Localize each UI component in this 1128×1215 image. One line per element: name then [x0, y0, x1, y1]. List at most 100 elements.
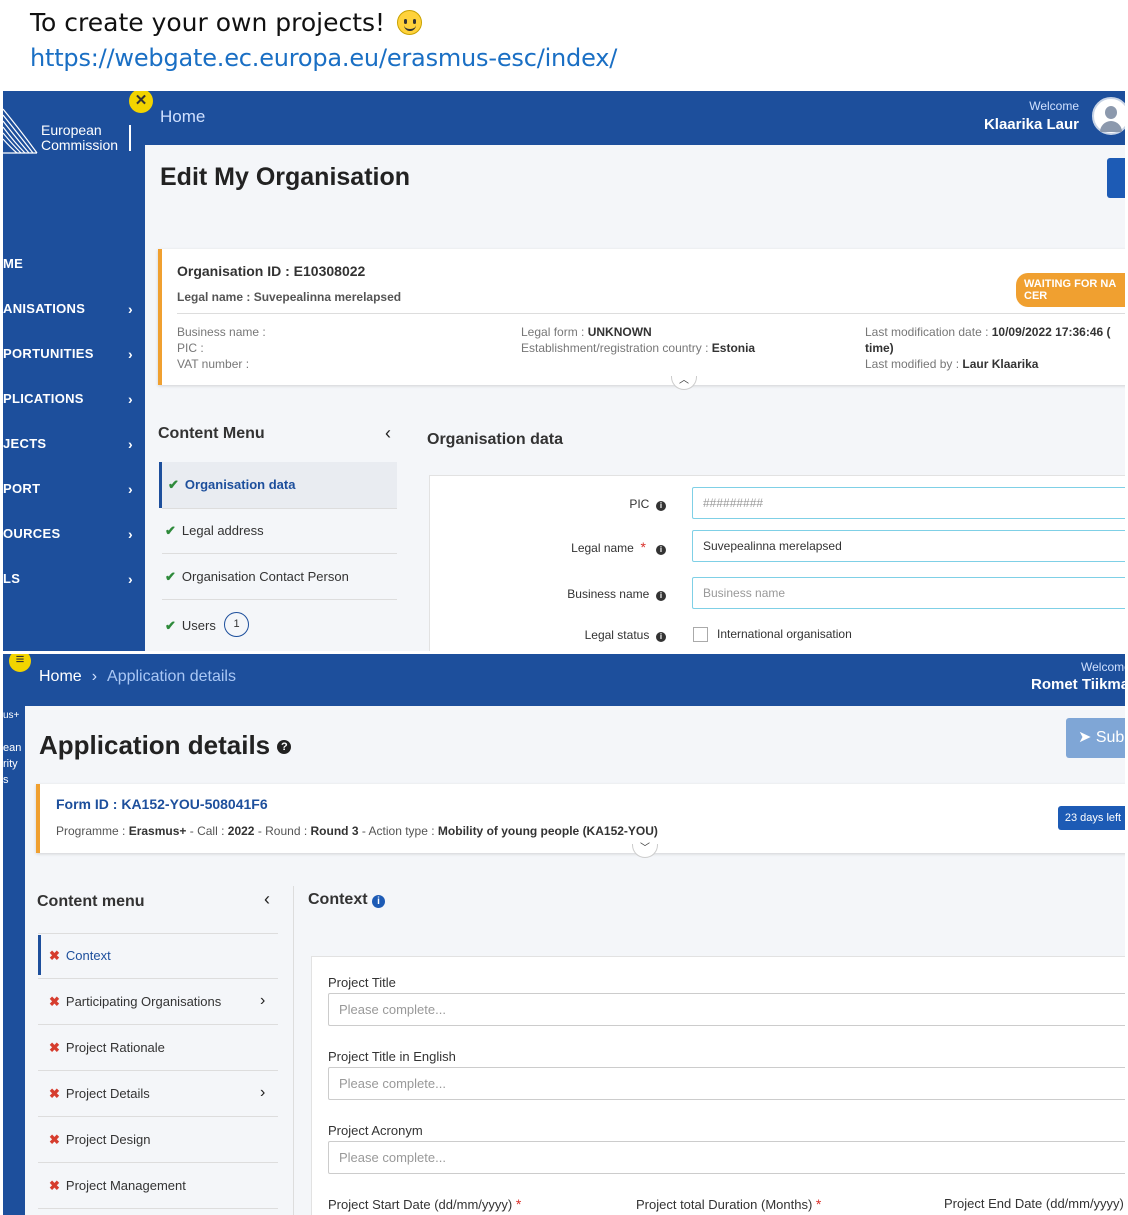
chevron-right-icon: › [128, 571, 133, 587]
breadcrumb-current[interactable]: Application details [107, 668, 236, 685]
action-button[interactable] [1107, 158, 1125, 198]
chevron-left-icon[interactable]: ‹ [264, 889, 270, 910]
welcome-label: Welcome [1029, 99, 1079, 113]
sidebar [3, 91, 145, 651]
nav-item-home[interactable]: ME [3, 256, 145, 276]
project-acronym-input[interactable]: Please complete... [328, 1141, 1125, 1174]
legal-name-field[interactable]: Suvepealinna merelapsed [692, 530, 1125, 562]
paper-plane-icon: ➤ [1078, 729, 1092, 746]
logo-divider [129, 125, 131, 151]
error-x-icon: ✖ [49, 948, 60, 963]
help-icon[interactable]: ? [277, 740, 292, 754]
menu-item-contact-person[interactable]: ✔ Organisation Contact Person [165, 569, 349, 585]
top-bar [145, 91, 1125, 145]
user-name[interactable]: Romet Tiikmaa [1031, 676, 1125, 693]
chevron-left-icon[interactable]: ‹ [385, 423, 391, 444]
nav-item-tools[interactable]: LS › [3, 571, 145, 591]
smiley-face-icon [397, 10, 423, 35]
nav-item-projects[interactable]: JECTS › [3, 436, 145, 456]
form-summary-card: Form ID : KA152-YOU-508041F6 Programme :… [36, 784, 1125, 853]
registration-country: Establishment/registration country : Est… [521, 341, 756, 355]
chevron-right-icon: › [260, 1084, 266, 1101]
nav-item-organisations[interactable]: ANISATIONS › [3, 301, 145, 321]
menu-item-participating-organisations[interactable]: ✖ Participating Organisations [49, 994, 221, 1010]
menu-item-context[interactable]: ✖ Context [38, 935, 278, 975]
ec-logo-text: European Commission [41, 122, 119, 153]
pic-field[interactable]: ######### [692, 487, 1125, 519]
organisation-summary-card: Organisation ID : E10308022 Legal name :… [158, 249, 1125, 385]
user-name[interactable]: Klaarika Laur [984, 116, 1079, 133]
duration-label: Project total Duration (Months) * [636, 1196, 822, 1212]
error-x-icon: ✖ [49, 994, 60, 1009]
nav-item-applications[interactable]: PLICATIONS › [3, 391, 145, 411]
menu-item-users[interactable]: ✔ Users [165, 618, 216, 634]
error-x-icon: ✖ [49, 1132, 60, 1147]
chevron-up-icon[interactable]: ︿ [671, 376, 697, 390]
chevron-right-icon: › [128, 391, 133, 407]
check-icon: ✔ [165, 569, 176, 584]
chevron-down-icon[interactable]: ﹀ [632, 844, 658, 858]
menu-item-project-details[interactable]: ✖ Project Details [49, 1086, 150, 1102]
menu-item-legal-address[interactable]: ✔ Legal address [165, 523, 264, 539]
sidebar-fragment: s [3, 774, 9, 786]
info-icon[interactable]: i [372, 895, 386, 908]
business-name-label: Business name : [177, 325, 266, 339]
end-date-label: Project End Date (dd/mm/yyyy) [944, 1196, 1124, 1211]
check-icon: ✔ [165, 523, 176, 538]
ec-logo-icon [3, 108, 38, 154]
days-left-badge: 23 days left [1058, 806, 1125, 830]
check-icon: ✔ [165, 618, 176, 633]
content-menu-title: Content Menu [158, 425, 265, 442]
chevron-right-icon: › [91, 668, 98, 685]
sidebar-fragment: ean [3, 742, 22, 754]
organisation-id: Organisation ID : E10308022 [177, 263, 366, 279]
project-acronym-label: Project Acronym [328, 1123, 423, 1138]
section-title: Organisation data [427, 431, 564, 448]
home-link[interactable]: Home [39, 668, 82, 685]
info-icon[interactable]: i [656, 632, 666, 642]
error-x-icon: ✖ [49, 1086, 60, 1101]
status-badge: WAITING FOR NA CER [1016, 273, 1125, 307]
chevron-right-icon: › [260, 992, 266, 1009]
home-link[interactable]: Home [160, 107, 205, 127]
erasmus-link[interactable]: https://webgate.ec.europa.eu/erasmus-esc… [30, 44, 617, 72]
menu-item-project-design[interactable]: ✖ Project Design [49, 1132, 150, 1148]
nav-item-support[interactable]: PORT › [3, 481, 145, 501]
error-x-icon: ✖ [49, 1040, 60, 1055]
business-name-field[interactable]: Business name [692, 577, 1125, 609]
nav-item-opportunities[interactable]: PORTUNITIES › [3, 346, 145, 366]
last-modification: Last modification date : 10/09/2022 17:3… [865, 325, 1111, 339]
pic-field-label: PIC i [523, 497, 666, 511]
nav-item-resources[interactable]: OURCES › [3, 526, 145, 546]
project-title-input[interactable]: Please complete... [328, 993, 1125, 1026]
check-icon: ✔ [168, 477, 179, 492]
project-title-english-input[interactable]: Please complete... [328, 1067, 1125, 1100]
page-title: Edit My Organisation [160, 163, 411, 191]
error-x-icon: ✖ [49, 1178, 60, 1193]
submit-button[interactable]: ➤ Sub [1066, 718, 1125, 758]
programme-info: Programme : Erasmus+ - Call : 2022 - Rou… [56, 824, 658, 838]
sidebar [3, 654, 25, 1215]
application-details-screenshot: ≡ us+ ean rity s Home › Application detail… [3, 654, 1125, 1215]
legal-form: Legal form : UNKNOWN [521, 325, 652, 339]
business-name-field-label: Business name i [523, 587, 666, 601]
sidebar-fragment: rity [3, 758, 18, 770]
last-modified-by: Last modified by : Laur Klaarika [865, 357, 1039, 371]
international-organisation-checkbox[interactable] [693, 627, 708, 642]
project-title-label: Project Title [328, 975, 396, 990]
info-icon[interactable]: i [656, 591, 666, 601]
legal-name-field-label: Legal name * i [523, 539, 666, 555]
vat-label: VAT number : [177, 357, 250, 371]
menu-item-project-rationale[interactable]: ✖ Project Rationale [49, 1040, 165, 1056]
info-icon[interactable]: i [656, 545, 666, 555]
menu-item-project-management[interactable]: ✖ Project Management [49, 1178, 186, 1194]
avatar[interactable] [1092, 97, 1125, 135]
caption-text: To create your own projects! [30, 8, 423, 37]
page-title: Application details ? [39, 730, 292, 761]
form-id: Form ID : KA152-YOU-508041F6 [56, 796, 268, 812]
pic-label: PIC : [177, 341, 204, 355]
last-modification-cont: time) [865, 341, 894, 355]
chevron-right-icon: › [128, 481, 133, 497]
menu-item-organisation-data[interactable]: ✔ Organisation data [159, 462, 397, 508]
info-icon[interactable]: i [656, 501, 666, 511]
